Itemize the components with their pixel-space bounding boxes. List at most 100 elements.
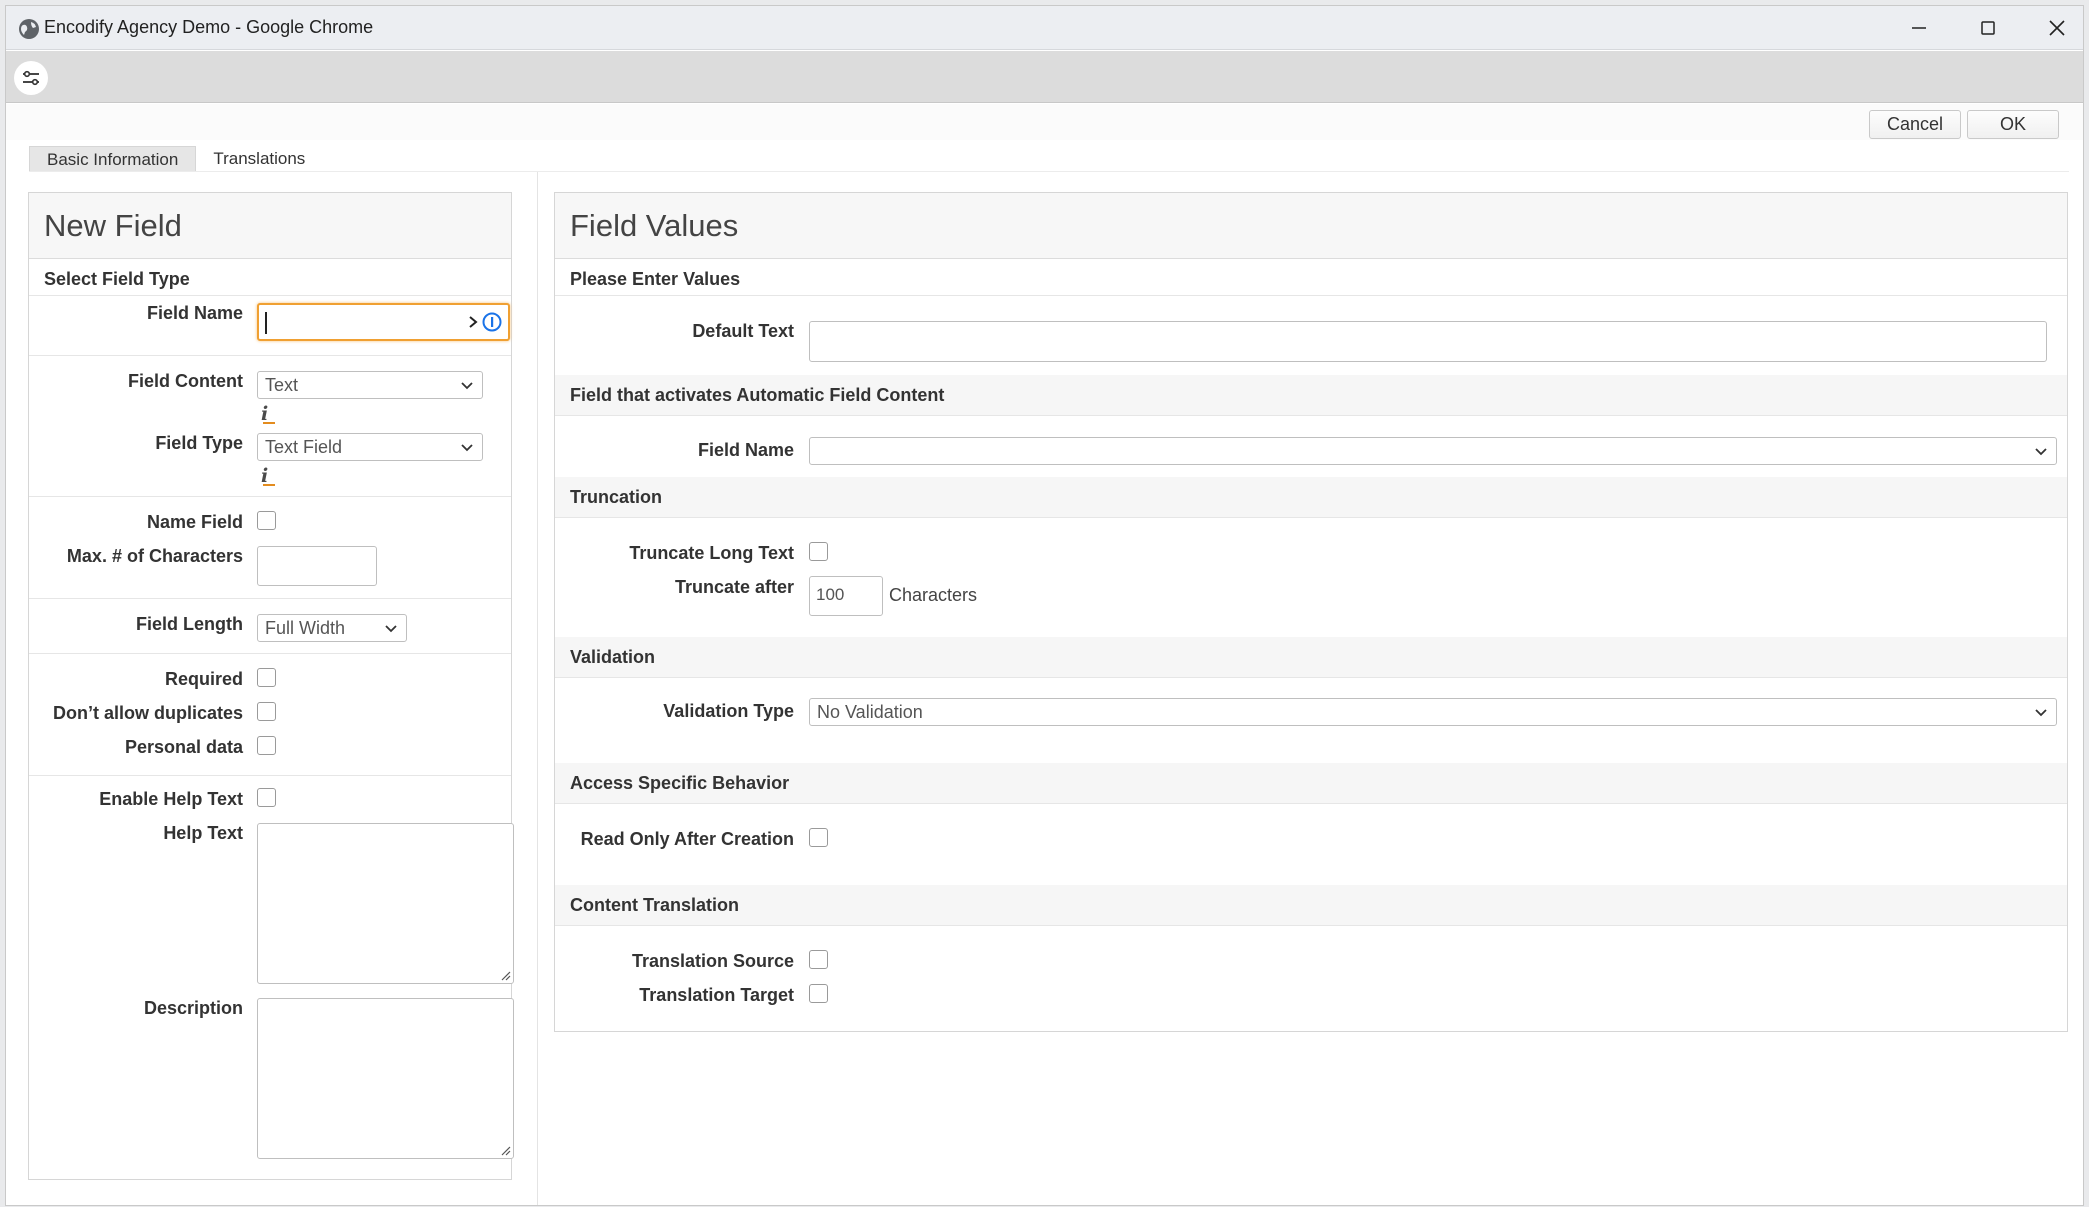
- section-automatic-field-content: Field that activates Automatic Field Con…: [570, 385, 945, 405]
- action-bar: Cancel OK: [6, 104, 2083, 140]
- globe-icon: [19, 19, 39, 39]
- tab-bar: Basic Information Translations: [29, 146, 322, 172]
- max-characters-input[interactable]: [257, 546, 377, 586]
- chevron-down-icon: [2035, 448, 2047, 456]
- section-content-translation: Content Translation: [570, 895, 740, 915]
- browser-window: Encodify Agency Demo - Google Chrome Can…: [5, 5, 2084, 1206]
- minimize-icon: [1912, 27, 1926, 29]
- personal-data-label: Personal data: [124, 737, 243, 757]
- description-textarea[interactable]: [257, 998, 514, 1159]
- maximize-icon: [1981, 21, 1995, 35]
- section-band: [555, 637, 2067, 677]
- truncate-long-text-label: Truncate Long Text: [629, 543, 794, 563]
- translation-source-label: Translation Source: [631, 951, 794, 971]
- field-length-select[interactable]: Full Width: [257, 614, 407, 642]
- enable-help-text-label: Enable Help Text: [99, 789, 243, 809]
- minimize-button[interactable]: [1889, 10, 1949, 46]
- new-field-panel: New Field Select Field Type Field Name F…: [28, 192, 514, 1180]
- default-text-input[interactable]: [809, 321, 2047, 362]
- activating-field-name-label: Field Name: [697, 440, 794, 460]
- characters-unit-label: Characters: [889, 585, 978, 605]
- field-type-select[interactable]: Text Field: [257, 433, 483, 461]
- section-please-enter-values: Please Enter Values: [570, 269, 741, 289]
- default-text-label: Default Text: [692, 321, 794, 341]
- divider: [555, 803, 2067, 804]
- chevron-down-icon: [461, 444, 473, 452]
- personal-data-checkbox[interactable]: [257, 736, 276, 755]
- divider: [555, 295, 2067, 296]
- no-duplicates-label: Don’t allow duplicates: [52, 703, 243, 723]
- field-editor-dialog: Cancel OK Basic Information Translations…: [6, 104, 2083, 1205]
- field-name-label: Field Name: [146, 303, 243, 323]
- panel-title-new-field: New Field: [29, 193, 511, 259]
- required-checkbox[interactable]: [257, 668, 276, 687]
- validation-type-value: No Validation: [817, 702, 923, 722]
- field-values-panel: Field Values Please Enter Values Default…: [554, 192, 2068, 1032]
- activating-field-name-select[interactable]: [809, 437, 2057, 465]
- info-icon[interactable]: i: [261, 403, 277, 425]
- chevron-down-icon: [385, 625, 397, 633]
- text-cursor: [265, 312, 267, 334]
- title-bar: Encodify Agency Demo - Google Chrome: [6, 6, 2083, 50]
- divider: [555, 517, 2067, 518]
- divider: [29, 355, 511, 356]
- description-label: Description: [143, 998, 243, 1018]
- tab-basic-information[interactable]: Basic Information: [29, 146, 197, 172]
- enable-help-text-checkbox[interactable]: [257, 788, 276, 807]
- validation-type-label: Validation Type: [663, 701, 794, 721]
- no-duplicates-checkbox[interactable]: [257, 702, 276, 721]
- translation-source-checkbox[interactable]: [809, 950, 828, 969]
- info-icon[interactable]: i: [261, 465, 277, 487]
- field-name-input[interactable]: [257, 303, 510, 341]
- chevron-right-icon[interactable]: [466, 314, 480, 330]
- password-manager-icon[interactable]: [482, 312, 502, 332]
- field-length-label: Field Length: [136, 614, 243, 634]
- divider: [555, 415, 2067, 416]
- name-field-label: Name Field: [146, 512, 243, 532]
- section-band: [555, 477, 2067, 517]
- chevron-down-icon: [461, 382, 473, 390]
- translation-target-checkbox[interactable]: [809, 984, 828, 1003]
- divider: [29, 496, 511, 497]
- help-text-label: Help Text: [163, 823, 243, 843]
- required-label: Required: [164, 669, 243, 689]
- resize-grip-icon[interactable]: [499, 1144, 511, 1156]
- browser-toolbar: [6, 51, 2083, 103]
- truncate-long-text-checkbox[interactable]: [809, 542, 828, 561]
- field-content-value: Text: [265, 375, 299, 395]
- section-band: [555, 885, 2067, 925]
- max-characters-label: Max. # of Characters: [66, 546, 243, 566]
- ok-button[interactable]: OK: [1967, 110, 2059, 139]
- resize-grip-icon[interactable]: [499, 969, 511, 981]
- translation-target-label: Translation Target: [639, 985, 794, 1005]
- maximize-button[interactable]: [1958, 10, 2018, 46]
- help-text-textarea[interactable]: [257, 823, 514, 984]
- read-only-after-creation-checkbox[interactable]: [809, 828, 828, 847]
- truncate-after-input[interactable]: 100: [809, 576, 883, 616]
- field-type-label: Field Type: [155, 433, 243, 453]
- site-controls-button[interactable]: [14, 61, 48, 95]
- close-button[interactable]: [2027, 10, 2083, 46]
- divider: [29, 775, 511, 776]
- section-validation: Validation: [570, 647, 656, 667]
- cancel-button[interactable]: Cancel: [1869, 110, 1961, 139]
- read-only-after-creation-label: Read Only After Creation: [580, 829, 794, 849]
- section-truncation: Truncation: [570, 487, 663, 507]
- field-content-label: Field Content: [128, 371, 243, 391]
- tab-divider: [29, 171, 2069, 172]
- panel-title-field-values: Field Values: [555, 193, 2067, 259]
- name-field-checkbox[interactable]: [257, 511, 276, 530]
- close-icon: [2049, 20, 2065, 36]
- divider: [29, 295, 511, 296]
- divider: [555, 677, 2067, 678]
- tab-translations[interactable]: Translations: [196, 146, 322, 172]
- field-content-select[interactable]: Text: [257, 371, 483, 399]
- field-length-value: Full Width: [265, 618, 346, 638]
- validation-type-select[interactable]: No Validation: [809, 698, 2057, 726]
- section-access-specific-behavior: Access Specific Behavior: [570, 773, 790, 793]
- field-type-value: Text Field: [265, 437, 343, 457]
- truncate-after-label: Truncate after: [674, 577, 794, 597]
- divider: [29, 653, 511, 654]
- divider: [29, 598, 511, 599]
- section-select-field-type: Select Field Type: [44, 269, 190, 289]
